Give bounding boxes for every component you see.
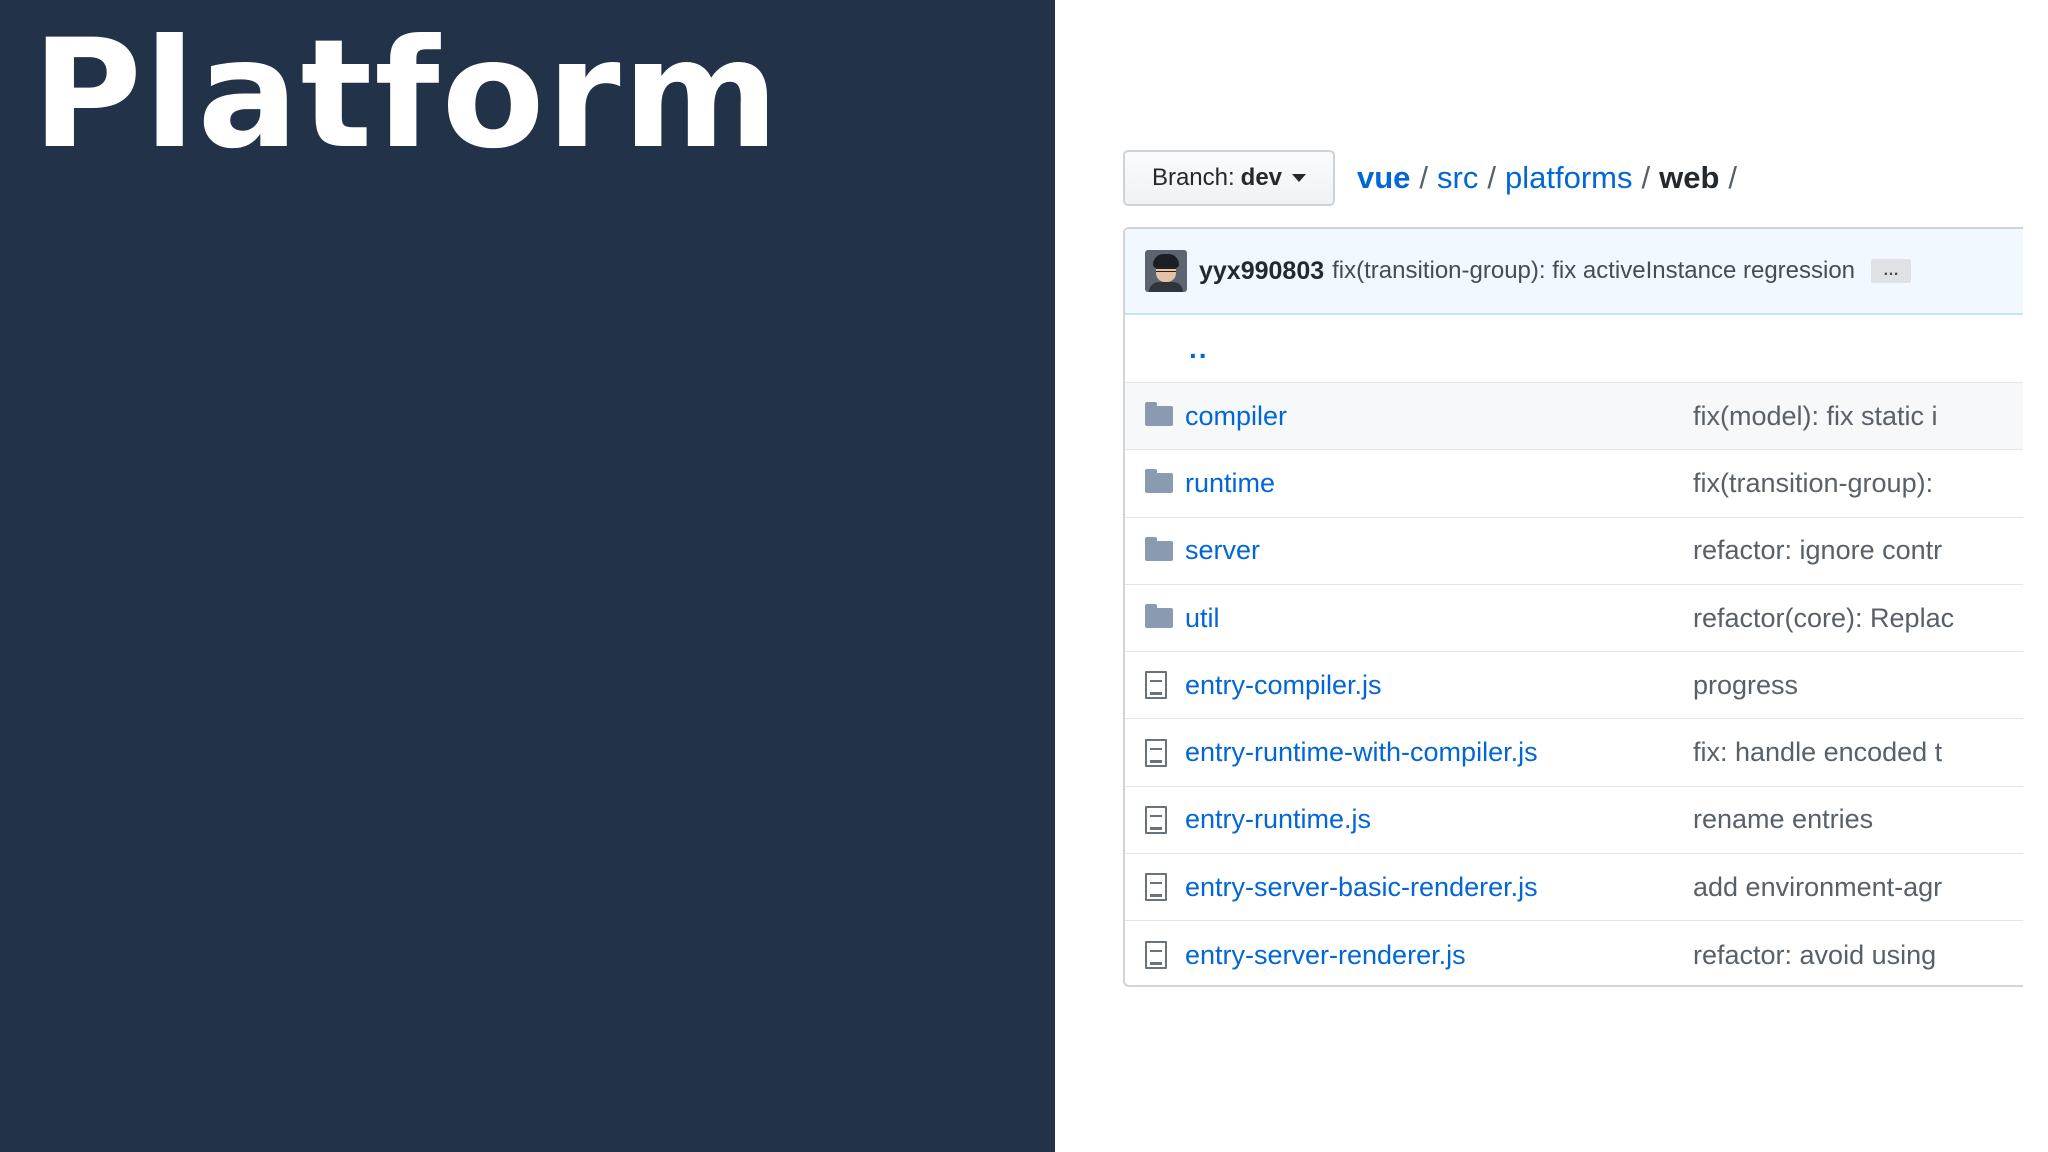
file-commit-message[interactable]: refactor: ignore contr bbox=[1693, 535, 1942, 566]
file-row: compiler fix(model): fix static i bbox=[1125, 383, 2023, 451]
file-commit-message[interactable]: add environment-agr bbox=[1693, 872, 1942, 903]
commit-message[interactable]: fix(transition-group): fix activeInstanc… bbox=[1332, 257, 1855, 285]
file-row: server refactor: ignore contr bbox=[1125, 518, 2023, 585]
file-icon bbox=[1145, 671, 1167, 700]
breadcrumb: vue / src / platforms / web / bbox=[1357, 156, 1746, 200]
file-commit-message[interactable]: refactor: avoid using bbox=[1693, 940, 1936, 971]
file-commit-message[interactable]: refactor(core): Replac bbox=[1693, 603, 1954, 634]
file-commit-message[interactable]: rename entries bbox=[1693, 804, 1873, 835]
file-list: yyx990803 fix(transition-group): fix act… bbox=[1123, 227, 2023, 987]
folder-icon bbox=[1145, 402, 1173, 427]
file-row: util refactor(core): Replac bbox=[1125, 585, 2023, 653]
commit-author[interactable]: yyx990803 bbox=[1199, 257, 1324, 286]
parent-directory-link[interactable]: .. bbox=[1189, 333, 1209, 365]
file-row: entry-compiler.js progress bbox=[1125, 652, 2023, 720]
file-name-link[interactable]: entry-runtime-with-compiler.js bbox=[1185, 737, 1538, 768]
folder-icon bbox=[1145, 604, 1173, 629]
file-icon bbox=[1145, 738, 1167, 767]
file-icon bbox=[1145, 941, 1167, 970]
slide-title: Platform bbox=[32, 8, 781, 182]
github-directory-view: Branch: dev vue / src / platforms / web … bbox=[1055, 0, 2048, 1152]
file-commit-message[interactable]: fix: handle encoded t bbox=[1693, 737, 1942, 768]
breadcrumb-separator: / bbox=[1728, 160, 1738, 195]
file-name-link[interactable]: compiler bbox=[1185, 401, 1287, 432]
file-commit-message[interactable]: progress bbox=[1693, 670, 1798, 701]
file-row: entry-runtime-with-compiler.js fix: hand… bbox=[1125, 719, 2023, 787]
file-name-link[interactable]: entry-server-basic-renderer.js bbox=[1185, 872, 1538, 903]
breadcrumb-item-web: web bbox=[1659, 160, 1720, 195]
file-icon bbox=[1145, 873, 1167, 902]
file-name-link[interactable]: util bbox=[1185, 603, 1220, 634]
file-row: entry-server-basic-renderer.js add envir… bbox=[1125, 854, 2023, 922]
latest-commit-bar: yyx990803 fix(transition-group): fix act… bbox=[1125, 229, 2023, 315]
folder-icon bbox=[1145, 469, 1173, 494]
file-row: entry-runtime.js rename entries bbox=[1125, 787, 2023, 855]
file-commit-message[interactable]: fix(model): fix static i bbox=[1693, 401, 1938, 432]
file-name-link[interactable]: runtime bbox=[1185, 468, 1275, 499]
file-icon bbox=[1145, 805, 1167, 834]
breadcrumb-item-vue[interactable]: vue bbox=[1357, 160, 1410, 196]
avatar[interactable] bbox=[1145, 250, 1187, 292]
file-name-link[interactable]: entry-runtime.js bbox=[1185, 804, 1371, 835]
caret-down-icon bbox=[1292, 174, 1307, 182]
file-row: runtime fix(transition-group): bbox=[1125, 450, 2023, 518]
breadcrumb-separator: / bbox=[1641, 160, 1651, 195]
file-name-link[interactable]: entry-compiler.js bbox=[1185, 670, 1382, 701]
branch-label: Branch: bbox=[1151, 164, 1235, 191]
parent-directory-row: .. bbox=[1125, 315, 2023, 383]
expand-commit-button[interactable]: … bbox=[1871, 259, 1912, 283]
slide-panel: Platform bbox=[0, 0, 1055, 1152]
folder-icon bbox=[1145, 536, 1173, 561]
file-row: entry-server-renderer.js refactor: avoid… bbox=[1125, 921, 2023, 985]
file-commit-message[interactable]: fix(transition-group): bbox=[1693, 468, 1933, 499]
breadcrumb-separator: / bbox=[1487, 160, 1496, 195]
file-name-link[interactable]: entry-server-renderer.js bbox=[1185, 940, 1466, 971]
branch-select-button[interactable]: Branch: dev bbox=[1123, 150, 1335, 206]
breadcrumb-item-src[interactable]: src bbox=[1437, 160, 1478, 196]
breadcrumb-item-platforms[interactable]: platforms bbox=[1505, 160, 1632, 196]
file-name-link[interactable]: server bbox=[1185, 535, 1260, 566]
breadcrumb-separator: / bbox=[1419, 160, 1429, 195]
branch-value: dev bbox=[1240, 164, 1283, 191]
